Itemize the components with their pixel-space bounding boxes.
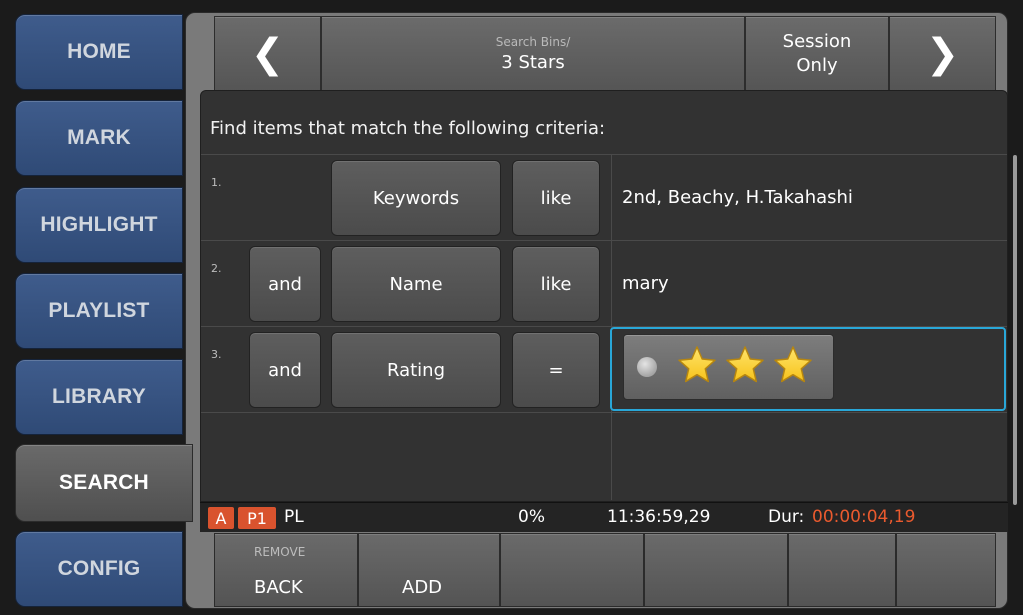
duration-value: 00:00:04,19 [812, 507, 916, 527]
row-number: 3. [211, 348, 222, 361]
chevron-right-icon: ❯ [925, 31, 960, 77]
back-nav-button[interactable]: ❮ [214, 16, 321, 92]
duration-label: Dur: [768, 507, 805, 527]
row-number: 1. [211, 176, 222, 189]
field-button-name[interactable]: Name [331, 246, 501, 322]
remove-label: REMOVE [254, 545, 306, 559]
breadcrumb: Search Bins/ [495, 35, 571, 49]
forward-nav-button[interactable]: ❯ [889, 16, 996, 92]
star-icon [676, 344, 718, 386]
nav-tab-mark[interactable]: MARK [15, 100, 183, 176]
empty-softkey[interactable] [788, 533, 896, 607]
operator-label: = [548, 359, 564, 381]
nav-tab-label: HIGHLIGHT [40, 213, 158, 236]
add-label: ADD [402, 577, 443, 598]
back-label: BACK [254, 577, 303, 598]
timecode: 11:36:59,29 [607, 507, 711, 527]
star-icon [724, 344, 766, 386]
field-button-keywords[interactable]: Keywords [331, 160, 501, 236]
progress-percent: 0% [518, 507, 545, 527]
empty-softkey[interactable] [896, 533, 996, 607]
conjunction-label: and [268, 273, 302, 295]
search-bin-title-button[interactable]: Search Bins/ 3 Stars [321, 16, 745, 92]
nav-tab-playlist[interactable]: PLAYLIST [15, 273, 183, 349]
criteria-value[interactable]: 2nd, Beachy, H.Takahashi [622, 187, 853, 208]
operator-label: like [540, 273, 572, 295]
nav-tab-label: CONFIG [57, 557, 141, 580]
row-number: 2. [211, 262, 222, 275]
conjunction-button[interactable]: and [249, 246, 321, 322]
playlist-badge: P1 [238, 507, 276, 529]
session-only-button[interactable]: Session Only [745, 16, 889, 92]
criteria-value[interactable]: mary [622, 273, 669, 294]
empty-softkey[interactable] [500, 533, 644, 607]
field-label: Rating [386, 359, 446, 381]
mode-label: PL [284, 507, 304, 527]
field-label: Keywords [372, 187, 460, 209]
row-divider [201, 412, 1007, 413]
conjunction-label: and [268, 359, 302, 381]
nav-tab-label: HOME [67, 40, 131, 63]
row-divider [201, 154, 1007, 155]
session-label-line1: Session [782, 31, 852, 52]
nav-tab-library[interactable]: LIBRARY [15, 359, 183, 435]
nav-tab-highlight[interactable]: HIGHLIGHT [15, 187, 183, 263]
nav-tab-search[interactable]: SEARCH [15, 444, 193, 522]
criteria-panel [200, 90, 1008, 502]
scrollbar[interactable] [1013, 155, 1017, 505]
operator-button[interactable]: = [512, 332, 600, 408]
operator-button[interactable]: like [512, 246, 600, 322]
conjunction-button[interactable]: and [249, 332, 321, 408]
nav-tab-label: PLAYLIST [48, 299, 150, 322]
field-button-rating[interactable]: Rating [331, 332, 501, 408]
criteria-heading: Find items that match the following crit… [210, 118, 606, 139]
nav-tab-label: LIBRARY [52, 385, 146, 408]
no-rating-dot-icon [637, 357, 657, 377]
bin-title: 3 Stars [501, 52, 565, 73]
session-label-line2: Only [796, 55, 838, 76]
chevron-left-icon: ❮ [250, 31, 285, 77]
star-icon [772, 344, 814, 386]
nav-tab-label: SEARCH [59, 471, 149, 494]
field-label: Name [389, 273, 443, 295]
nav-tab-label: MARK [67, 126, 131, 149]
empty-softkey[interactable] [644, 533, 788, 607]
row-divider [201, 240, 1007, 241]
operator-label: like [540, 187, 572, 209]
nav-tab-home[interactable]: HOME [15, 14, 183, 90]
operator-button[interactable]: like [512, 160, 600, 236]
nav-tab-config[interactable]: CONFIG [15, 531, 183, 607]
channel-badge: A [208, 507, 234, 529]
